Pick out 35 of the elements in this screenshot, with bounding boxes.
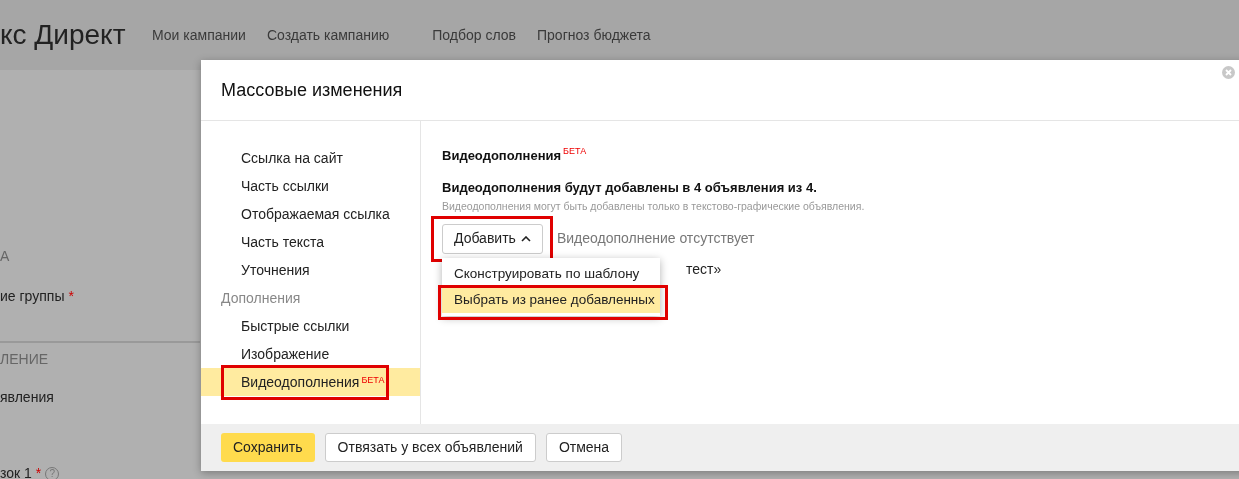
section-heading: ЛЕНИЕ xyxy=(0,350,49,369)
required-mark: * xyxy=(68,287,74,306)
nav-link[interactable]: Создать кампанию xyxy=(266,24,390,46)
menu-item[interactable]: Сконструировать по шаблону xyxy=(442,261,660,287)
caret-icon xyxy=(520,235,531,242)
option-text: тест» xyxy=(686,260,722,280)
section-title: Видеодополнения$^{БЕТА}$ xyxy=(442,146,588,165)
nav-item[interactable]: Отображаемая ссылка xyxy=(201,200,420,228)
dialog-title: Массовые изменения xyxy=(221,78,403,102)
nav-link[interactable]: Подбор слов xyxy=(432,24,516,46)
section-heading: А xyxy=(0,247,10,266)
field-label: явления xyxy=(0,388,54,407)
nav-group-label: Дополнения xyxy=(220,288,302,308)
nav-item[interactable]: Изображение xyxy=(201,340,420,368)
hint-text: Видеодополнения могут быть добавлены только в текстово-графические объявления. xyxy=(442,199,866,214)
status-text: Видеодополнение отсутствует xyxy=(556,229,755,249)
field-label: ие группы xyxy=(0,287,65,306)
nav-item[interactable]: Видеодополнения$^{БЕТА}$ xyxy=(201,368,420,396)
nav-item[interactable]: Часть текста xyxy=(201,228,420,256)
logo: кс Директ xyxy=(0,18,127,52)
close-icon[interactable] xyxy=(1222,66,1235,79)
required-mark: * xyxy=(35,464,42,479)
menu-item[interactable]: Выбрать из ранее добавленных xyxy=(442,287,660,313)
field-label: зок 1 xyxy=(0,464,32,479)
add-button[interactable]: Добавить xyxy=(442,223,543,254)
nav-link[interactable]: Мои кампании xyxy=(152,24,246,46)
nav-item[interactable]: Ссылка на сайт xyxy=(201,144,420,172)
nav-item[interactable]: Уточнения xyxy=(201,256,420,284)
summary-text: Видеодополнения будут добавлены в 4 объявления из 4. xyxy=(442,178,818,197)
nav-item[interactable]: Быстрые ссылки xyxy=(201,312,420,340)
nav-item[interactable]: Часть ссылки xyxy=(201,172,420,200)
nav-link[interactable]: Прогноз бюджета xyxy=(537,24,651,46)
save-button[interactable]: Сохранить xyxy=(221,433,315,462)
dialog-button[interactable]: Отмена xyxy=(545,433,623,462)
dialog-button[interactable]: Отвязать у всех объявлений xyxy=(324,433,536,462)
